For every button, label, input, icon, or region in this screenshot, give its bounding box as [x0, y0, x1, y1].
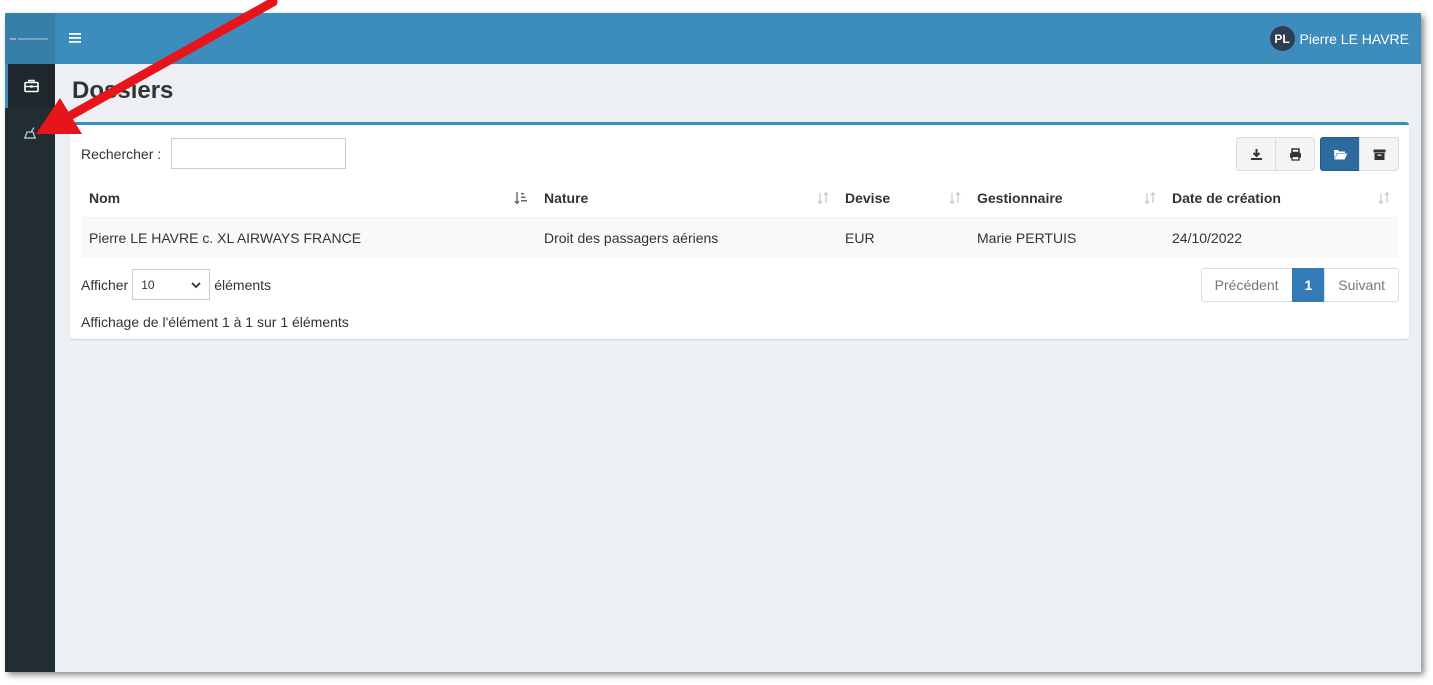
- column-header-devise[interactable]: Devise: [837, 179, 969, 218]
- cell-devise: EUR: [837, 217, 969, 258]
- cell-nature: Droit des passagers aériens: [536, 217, 837, 258]
- page-length-value: 10: [141, 277, 155, 292]
- archived-dossiers-button[interactable]: [1359, 137, 1399, 171]
- page-length-control: Afficher 10 éléments: [81, 269, 271, 300]
- logo-mark: [10, 37, 48, 40]
- avatar: PL: [1269, 26, 1295, 51]
- dossiers-table: Nom Nature Devise Gestionnaire Date de c…: [81, 179, 1398, 258]
- cell-date-creation: 24/10/2022: [1164, 217, 1398, 258]
- sort-both-icon: [949, 191, 961, 205]
- print-button[interactable]: [1275, 137, 1315, 171]
- column-header-date-creation[interactable]: Date de création: [1164, 179, 1398, 218]
- search-input[interactable]: [171, 138, 346, 169]
- download-button[interactable]: [1236, 137, 1276, 171]
- print-icon: [1289, 147, 1301, 161]
- folder-open-icon: [1333, 149, 1347, 159]
- cell-gestionnaire: Marie PERTUIS: [969, 217, 1164, 258]
- archive-icon: [1373, 149, 1385, 160]
- app-window: PL Pierre LE HAVRE Dossiers Rechercher :: [5, 13, 1421, 672]
- scale-icon: [24, 127, 36, 139]
- search-label: Rechercher :: [81, 146, 162, 162]
- export-toolbar: [1236, 137, 1399, 171]
- page-length-select[interactable]: 10: [132, 269, 211, 300]
- top-navbar: PL Pierre LE HAVRE: [55, 13, 1421, 64]
- sort-both-icon: [1378, 191, 1390, 205]
- table-header-row: Nom Nature Devise Gestionnaire Date de c…: [81, 179, 1398, 218]
- sidebar-item-legal[interactable]: [5, 111, 55, 155]
- column-header-nom[interactable]: Nom: [81, 179, 536, 218]
- page-1-button[interactable]: 1: [1291, 268, 1326, 302]
- table-info: Affichage de l'élément 1 à 1 sur 1 éléme…: [81, 314, 349, 330]
- next-page-button[interactable]: Suivant: [1324, 268, 1399, 302]
- column-header-nature[interactable]: Nature: [536, 179, 837, 218]
- sidebar: [5, 13, 55, 672]
- previous-page-button[interactable]: Précédent: [1200, 268, 1293, 302]
- column-header-gestionnaire[interactable]: Gestionnaire: [969, 179, 1164, 218]
- dossiers-panel: Rechercher : Nom Nature Devise Gestionna…: [70, 122, 1409, 339]
- active-dossiers-button[interactable]: [1320, 137, 1360, 171]
- sidebar-item-dossiers[interactable]: [5, 64, 55, 108]
- pagination: Précédent 1 Suivant: [1200, 268, 1399, 302]
- chevron-down-icon: [191, 281, 201, 288]
- page-title: Dossiers: [72, 77, 174, 104]
- user-menu[interactable]: PL Pierre LE HAVRE: [1269, 26, 1409, 51]
- page-length-prefix: Afficher: [81, 276, 129, 293]
- table-row[interactable]: Pierre LE HAVRE c. XL AIRWAYS FRANCE Dro…: [81, 217, 1398, 258]
- sort-both-icon: [817, 191, 829, 205]
- user-name: Pierre LE HAVRE: [1299, 30, 1409, 47]
- page-length-suffix: éléments: [214, 276, 272, 293]
- logo[interactable]: [5, 13, 55, 64]
- sort-ascending-icon: [514, 192, 527, 205]
- cell-nom: Pierre LE HAVRE c. XL AIRWAYS FRANCE: [81, 217, 536, 258]
- sort-both-icon: [1144, 191, 1156, 205]
- briefcase-icon: [24, 79, 39, 93]
- hamburger-menu-icon[interactable]: [69, 31, 83, 45]
- download-icon: [1250, 148, 1262, 160]
